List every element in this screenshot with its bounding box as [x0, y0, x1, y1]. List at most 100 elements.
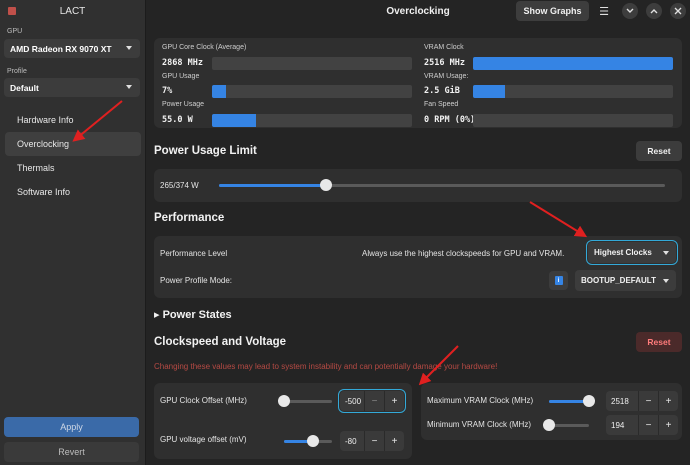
- max-vram-clock-value[interactable]: 2518: [606, 397, 638, 406]
- gpu-offsets-card: GPU Clock Offset (MHz) -500 − + GPU volt…: [154, 383, 412, 459]
- vram-clock-bar: [473, 57, 673, 70]
- power-usage-fill: [212, 114, 256, 127]
- gpu-usage-fill: [212, 85, 226, 98]
- performance-level-description: Always use the highest clockspeeds for G…: [362, 249, 565, 258]
- min-vram-clock-label: Minimum VRAM Clock (MHz): [427, 420, 531, 429]
- plus-icon[interactable]: +: [384, 391, 404, 411]
- show-graphs-button[interactable]: Show Graphs: [516, 1, 589, 21]
- fan-speed-label: Fan Speed: [424, 101, 459, 108]
- sidebar-item-thermals[interactable]: Thermals: [5, 156, 141, 180]
- performance-level-label: Performance Level: [160, 249, 228, 258]
- chevron-down-icon: [663, 251, 669, 255]
- power-usage-label: Power Usage: [162, 101, 205, 108]
- power-limit-value: 265/374 W: [160, 181, 199, 190]
- power-usage-value: 55.0 W: [162, 115, 193, 125]
- power-profile-mode-label: Power Profile Mode:: [160, 276, 233, 285]
- page-title: Overclocking: [386, 5, 450, 17]
- clockspeed-title: Clockspeed and Voltage: [154, 336, 287, 348]
- menu-icon[interactable]: ☰: [596, 3, 612, 19]
- gpu-voltage-offset-slider-knob[interactable]: [306, 435, 319, 447]
- gpu-voltage-offset-slider[interactable]: [284, 435, 332, 447]
- vram-usage-value: 2.5 GiB: [424, 86, 460, 96]
- plus-icon[interactable]: +: [384, 431, 404, 451]
- vram-clocks-card: Maximum VRAM Clock (MHz) 2518 − + Minimu…: [421, 383, 682, 440]
- window-close-icon[interactable]: [8, 7, 16, 15]
- apply-button[interactable]: Apply: [4, 417, 139, 437]
- gpu-clock-offset-stepper[interactable]: -500 − +: [338, 389, 406, 413]
- vram-usage-label: VRAM Usage:: [424, 73, 469, 80]
- clockspeed-reset-button[interactable]: Reset: [636, 332, 682, 352]
- max-vram-clock-slider-knob[interactable]: [583, 395, 595, 407]
- sidebar-header: LACT: [0, 0, 145, 22]
- min-vram-clock-value[interactable]: 194: [606, 421, 638, 430]
- max-vram-clock-label: Maximum VRAM Clock (MHz): [427, 396, 534, 405]
- power-limit-slider-knob[interactable]: [320, 179, 333, 191]
- profile-select-value: Default: [10, 82, 39, 93]
- power-limit-reset-button[interactable]: Reset: [636, 141, 682, 161]
- gpu-clock-offset-slider-knob[interactable]: [278, 395, 290, 407]
- plus-icon[interactable]: +: [658, 415, 678, 435]
- gpu-usage-bar: [212, 85, 412, 98]
- max-vram-clock-slider[interactable]: [549, 395, 595, 407]
- info-button[interactable]: i: [549, 271, 568, 290]
- info-icon: i: [554, 276, 563, 285]
- sidebar-item-hardware-info[interactable]: Hardware Info: [5, 108, 141, 132]
- performance-card: Performance Level Always use the highest…: [154, 236, 682, 298]
- chevron-up-icon[interactable]: [646, 3, 662, 19]
- chevron-down-icon[interactable]: [622, 3, 638, 19]
- minus-icon[interactable]: −: [364, 431, 384, 451]
- plus-icon[interactable]: +: [658, 391, 678, 411]
- expander-arrow-icon: ▸: [154, 309, 160, 321]
- power-states-title: Power States: [162, 309, 232, 321]
- header-bar: Overclocking Show Graphs ☰: [146, 0, 690, 22]
- power-profile-mode-value: BOOTUP_DEFAULT: [581, 276, 656, 285]
- main-content: GPU Core Clock (Average) 2868 MHz GPU Us…: [146, 22, 690, 465]
- profile-label: Profile: [7, 68, 27, 75]
- gpu-select-value: AMD Radeon RX 9070 XT: [10, 43, 112, 54]
- sidebar: LACT GPU AMD Radeon RX 9070 XT Profile D…: [0, 0, 146, 465]
- gpu-label: GPU: [7, 28, 23, 35]
- vram-usage-bar: [473, 85, 673, 98]
- minus-icon[interactable]: −: [638, 391, 658, 411]
- performance-level-dropdown[interactable]: Highest Clocks: [586, 240, 678, 265]
- core-clock-bar: [212, 57, 412, 70]
- stats-card: GPU Core Clock (Average) 2868 MHz GPU Us…: [154, 38, 682, 128]
- chevron-down-icon: [663, 279, 669, 283]
- power-limit-card: 265/374 W: [154, 169, 682, 202]
- vram-clock-label: VRAM Clock: [424, 44, 464, 51]
- min-vram-clock-stepper[interactable]: 194 − +: [606, 415, 678, 435]
- core-clock-value: 2868 MHz: [162, 58, 203, 68]
- clockspeed-warning: Changing these values may lead to system…: [154, 362, 498, 371]
- power-limit-slider[interactable]: [219, 179, 665, 191]
- gpu-select[interactable]: AMD Radeon RX 9070 XT: [4, 39, 140, 58]
- fan-speed-value: 0 RPM (0%): [424, 115, 476, 125]
- gpu-usage-value: 7%: [162, 86, 173, 96]
- gpu-voltage-offset-stepper[interactable]: -80 − +: [340, 431, 404, 451]
- chevron-down-icon: [126, 85, 132, 89]
- sidebar-nav: Hardware Info Overclocking Thermals Soft…: [0, 108, 146, 204]
- core-clock-label: GPU Core Clock (Average): [162, 44, 247, 51]
- sidebar-item-overclocking[interactable]: Overclocking: [5, 132, 141, 156]
- gpu-voltage-offset-label: GPU voltage offset (mV): [160, 435, 247, 444]
- gpu-clock-offset-slider[interactable]: [278, 395, 332, 407]
- fan-speed-bar: [473, 114, 673, 127]
- minus-icon[interactable]: −: [638, 415, 658, 435]
- sidebar-item-software-info[interactable]: Software Info: [5, 180, 141, 204]
- power-limit-slider-fill: [219, 184, 327, 187]
- gpu-clock-offset-label: GPU Clock Offset (MHz): [160, 396, 247, 405]
- gpu-voltage-offset-value[interactable]: -80: [340, 437, 364, 446]
- chevron-down-icon: [126, 46, 132, 50]
- minus-icon[interactable]: −: [364, 391, 384, 411]
- min-vram-clock-slider[interactable]: [543, 419, 589, 431]
- close-icon[interactable]: [670, 3, 686, 19]
- performance-level-value: Highest Clocks: [594, 248, 652, 257]
- gpu-clock-offset-value[interactable]: -500: [340, 397, 364, 406]
- max-vram-clock-stepper[interactable]: 2518 − +: [606, 391, 678, 411]
- min-vram-clock-slider-knob[interactable]: [543, 419, 555, 431]
- vram-clock-value: 2516 MHz: [424, 58, 465, 68]
- power-states-expander[interactable]: ▸ Power States: [154, 308, 232, 321]
- vram-clock-fill: [473, 57, 673, 70]
- revert-button[interactable]: Revert: [4, 442, 139, 462]
- power-profile-mode-dropdown[interactable]: BOOTUP_DEFAULT: [575, 270, 676, 291]
- profile-select[interactable]: Default: [4, 78, 140, 97]
